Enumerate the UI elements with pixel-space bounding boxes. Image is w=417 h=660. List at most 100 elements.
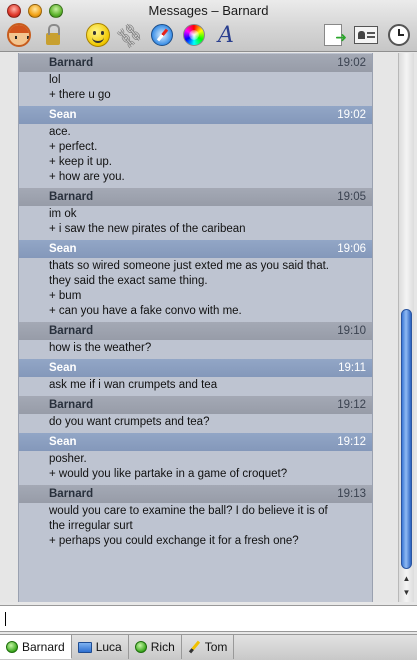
message-line: do you want crumpets and tea? (49, 416, 210, 428)
sender-name: Barnard (49, 399, 94, 411)
message-group: Barnard 19:05 im ok + i saw the new pirates… (19, 188, 372, 240)
message-header: Barnard 19:02 (19, 54, 372, 72)
scroll-thumb[interactable] (401, 309, 412, 569)
message-line: + perfect. (49, 141, 98, 153)
message-body: do you want crumpets and tea? (19, 414, 372, 433)
lock-icon[interactable] (40, 22, 66, 48)
sender-name: Sean (49, 109, 77, 121)
message-header: Sean 19:06 (19, 240, 372, 258)
tab-label: Barnard (22, 639, 65, 654)
message-line: + can you have a fake convo with me. (49, 305, 242, 317)
message-header: Barnard 19:05 (19, 188, 372, 206)
buddy-card-icon[interactable] (353, 22, 379, 48)
message-timestamp: 19:10 (337, 325, 366, 337)
message-group: Barnard 19:13 would you care to examine th… (19, 485, 372, 552)
message-group: Barnard 19:10 how is the weather? (19, 322, 372, 359)
message-body: thats so wired someone just exted me as … (19, 258, 372, 322)
tab-label: Tom (204, 640, 228, 654)
tab-label: Luca (95, 640, 122, 654)
message-line: posher. (49, 453, 87, 465)
scroll-down-arrow-icon[interactable]: ▼ (399, 586, 414, 600)
safari-compass-icon[interactable] (149, 22, 175, 48)
message-header: Sean 19:12 (19, 433, 372, 451)
message-body: would you care to examine the ball? I do… (19, 503, 372, 552)
message-group: Barnard 19:12 do you want crumpets and tea… (19, 396, 372, 433)
chat-tab-bar: Barnard Luca Rich Tom (0, 634, 417, 660)
message-header: Barnard 19:12 (19, 396, 372, 414)
chat-scrollbar[interactable]: ▲ ▼ (398, 53, 414, 602)
message-list: bold off.+ Boldoff, out now on dvd.Barna… (19, 53, 372, 552)
clock-icon[interactable] (386, 22, 412, 48)
font-icon[interactable]: A (213, 22, 239, 48)
chat-transcript[interactable]: bold off.+ Boldoff, out now on dvd.Barna… (18, 53, 373, 602)
message-timestamp: 19:06 (337, 243, 366, 255)
message-line: + i saw the new pirates of the caribean (49, 223, 246, 235)
available-icon (134, 641, 147, 653)
sender-name: Barnard (49, 191, 94, 203)
message-body: im ok + i saw the new pirates of the cari… (19, 206, 372, 240)
message-body: ace. + perfect. + keep it up. + how are you… (19, 124, 372, 188)
available-icon (6, 640, 18, 653)
message-timestamp: 19:12 (337, 399, 366, 411)
message-line: + perhaps you could exchange it for a fr… (49, 535, 299, 547)
message-body: lol + there u go (19, 72, 372, 106)
color-wheel-icon[interactable] (181, 22, 207, 48)
message-group: Sean 19:06 thats so wired someone just ext… (19, 240, 372, 322)
sender-name: Barnard (49, 325, 94, 337)
chat-tab-luca[interactable]: Luca (72, 635, 129, 659)
chat-area: bold off.+ Boldoff, out now on dvd.Barna… (0, 53, 417, 602)
message-line: + keep it up. (49, 156, 112, 168)
message-header: Sean 19:02 (19, 106, 372, 124)
sender-name: Sean (49, 243, 77, 255)
idle-icon (77, 641, 92, 653)
message-timestamp: 19:05 (337, 191, 366, 203)
message-group: Sean 19:02 ace. + perfect. + keep it up. + ho… (19, 106, 372, 188)
message-body: ask me if i wan crumpets and tea (19, 377, 372, 396)
message-line: im ok (49, 208, 77, 220)
message-line: + there u go (49, 89, 111, 101)
chat-tab-tom[interactable]: Tom (182, 635, 235, 659)
message-line: how is the weather? (49, 342, 152, 354)
message-input-area[interactable] (0, 605, 417, 632)
message-header: Barnard 19:10 (19, 322, 372, 340)
scroll-up-arrow-icon[interactable]: ▲ (399, 572, 414, 586)
sender-name: Barnard (49, 57, 94, 69)
message-line: ace. (49, 126, 71, 138)
message-line: + how are you. (49, 171, 125, 183)
text-caret (5, 612, 6, 626)
message-header: Sean 19:11 (19, 359, 372, 377)
typing-pencil-icon (188, 641, 201, 654)
buddy-avatar-icon[interactable] (6, 22, 32, 48)
message-timestamp: 19:02 (337, 57, 366, 69)
message-line: + bum (49, 290, 82, 302)
message-header: Barnard 19:13 (19, 485, 372, 503)
sender-name: Sean (49, 362, 77, 374)
message-group: Barnard 19:02 lol + there u go (19, 54, 372, 106)
message-line: ask me if i wan crumpets and tea (49, 379, 218, 391)
window-title: Messages – Barnard (148, 3, 269, 18)
chat-tab-barnard[interactable]: Barnard (0, 635, 72, 659)
message-timestamp: 19:13 (337, 488, 366, 500)
link-icon[interactable]: ⛓ (114, 19, 148, 52)
window-titlebar: Messages – Barnard ⛓ A (0, 0, 417, 52)
message-line: they said the exact same thing. (49, 275, 208, 287)
message-line: + would you like partake in a game of cr… (49, 468, 288, 480)
chat-tab-rich[interactable]: Rich (129, 635, 182, 659)
message-input[interactable] (0, 606, 417, 631)
tab-label: Rich (150, 640, 175, 654)
send-file-icon[interactable] (320, 22, 347, 48)
message-line: lol (49, 74, 61, 86)
message-group: Sean 19:12 posher. + would you like partake… (19, 433, 372, 485)
message-group: Sean 19:11 ask me if i wan crumpets and te… (19, 359, 372, 396)
message-timestamp: 19:12 (337, 436, 366, 448)
message-body: posher. + would you like partake in a gam… (19, 451, 372, 485)
message-line: the irregular surt (49, 520, 133, 532)
message-timestamp: 19:02 (337, 109, 366, 121)
message-body: how is the weather? (19, 340, 372, 359)
message-line: would you care to examine the ball? I do… (49, 505, 328, 517)
sender-name: Barnard (49, 488, 94, 500)
sender-name: Sean (49, 436, 77, 448)
smiley-icon[interactable] (85, 22, 111, 48)
message-line: thats so wired someone just exted me as … (49, 260, 329, 272)
message-timestamp: 19:11 (338, 362, 366, 374)
